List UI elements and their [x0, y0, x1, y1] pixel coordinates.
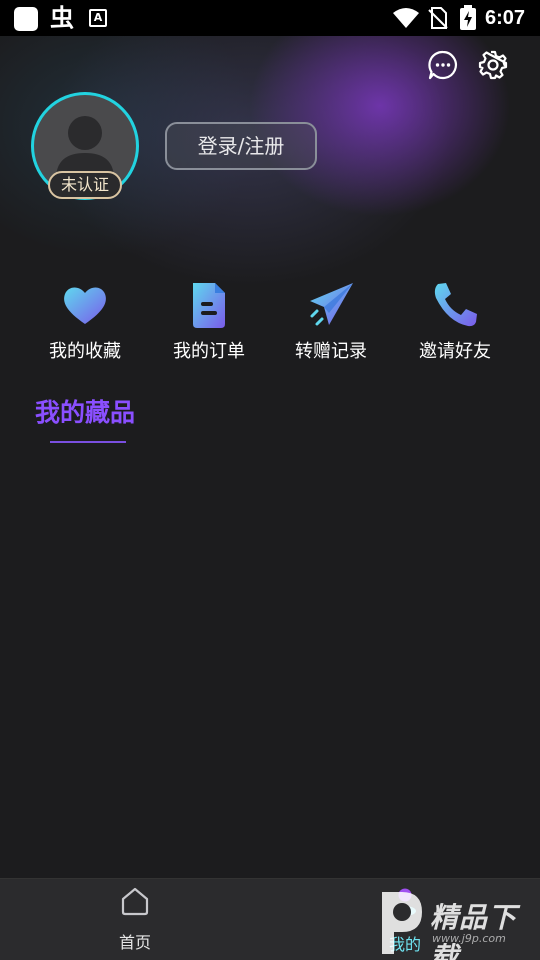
quick-action-label: 邀请好友 [419, 341, 491, 362]
login-register-button[interactable]: 登录/注册 [165, 122, 317, 170]
quick-action-favorites[interactable]: 我的收藏 [30, 280, 140, 364]
my-collection-tab[interactable]: 我的藏品 [35, 396, 135, 430]
app-notification-icon [14, 7, 38, 31]
quick-action-label: 我的订单 [173, 341, 245, 362]
gear-icon[interactable] [478, 50, 508, 80]
wifi-icon [392, 6, 420, 34]
watermark-logo: 精品下载 www.j9p.com [372, 886, 538, 960]
watermark-url: www.j9p.com [432, 932, 506, 945]
nav-item-home[interactable]: 首页 [95, 879, 175, 960]
paper-plane-icon [310, 283, 353, 326]
watermark-p-icon [382, 892, 422, 954]
quick-action-orders[interactable]: 我的订单 [154, 280, 264, 364]
app-glyph-icon: 虫 [50, 4, 74, 32]
quick-action-transfer-records[interactable]: 转赠记录 [276, 280, 386, 364]
watermark-text: 精品下载 [430, 901, 518, 960]
heart-icon [64, 287, 106, 324]
nav-label: 首页 [118, 933, 151, 952]
home-icon [121, 887, 149, 916]
quick-action-invite-friends[interactable]: 邀请好友 [400, 280, 510, 364]
verification-status-badge: 未认证 [48, 171, 122, 199]
clock-time: 6:07 [485, 7, 526, 29]
keyboard-a-icon: A [89, 9, 107, 27]
chat-bubble-icon[interactable] [428, 50, 458, 80]
quick-action-label: 转赠记录 [295, 341, 367, 362]
document-icon [193, 283, 225, 328]
battery-charging-icon [459, 5, 477, 35]
no-sim-icon [427, 6, 449, 34]
status-bar: 虫 A 6:07 [0, 0, 540, 36]
phone-icon [434, 283, 477, 327]
quick-action-label: 我的收藏 [49, 341, 121, 362]
tab-underline-indicator [50, 441, 126, 443]
